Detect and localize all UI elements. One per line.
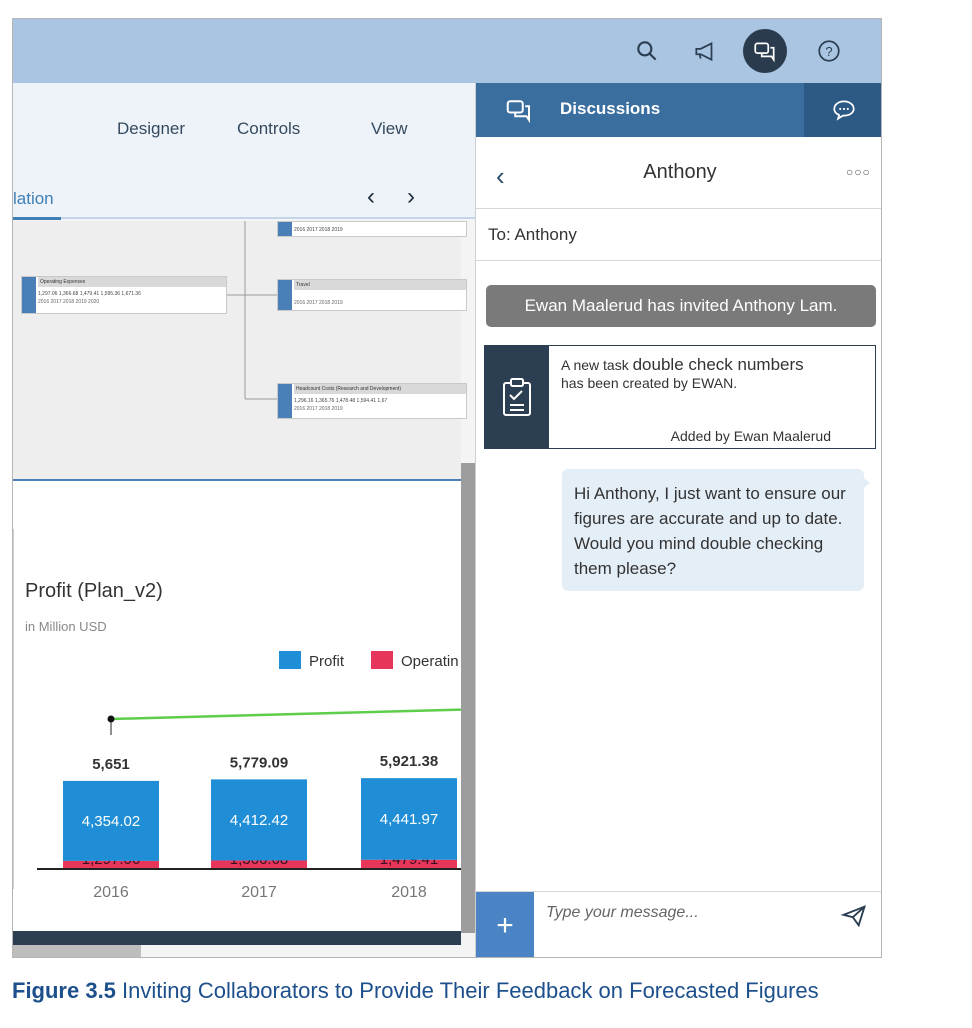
recipient-label: To: Anthony — [488, 225, 577, 244]
menu-controls[interactable]: Controls — [237, 119, 300, 139]
conversation-name: Anthony — [643, 161, 717, 183]
caption-label: Figure 3.5 — [12, 978, 116, 1003]
conversation-header: Anthony ‹ ○○○ — [476, 137, 881, 209]
tree-connectors — [221, 221, 277, 400]
value-driver-tree: 2016 2017 2018 2019 Operating Expenses 1… — [13, 221, 467, 479]
megaphone-icon[interactable] — [687, 33, 723, 69]
discussions-panel: Discussions Anthony ‹ ○○○ To: Anthony Ew… — [475, 83, 881, 957]
profit-chart: Profit (Plan_v2)in Million USD Profit Oper… — [25, 580, 461, 901]
total-label: 5,779.09 — [230, 754, 288, 771]
task-description: A new task double check numbers has been… — [561, 356, 861, 392]
tab-active[interactable]: lation — [13, 189, 54, 209]
figure-caption: Figure 3.5 Inviting Collaborators to Pro… — [12, 978, 962, 1004]
task-name: double check numbers — [632, 355, 804, 374]
story-canvas: Designer Controls View lation ‹ › 2016 2… — [13, 83, 475, 957]
x-tick-label: 2016 — [93, 884, 129, 901]
add-attachment-button[interactable]: + — [476, 892, 534, 957]
discussions-header: Discussions — [476, 83, 881, 137]
recipient-row: To: Anthony — [476, 209, 881, 261]
vertical-scrollbar[interactable] — [461, 463, 475, 933]
profit-chart-panel: Profit (Plan_v2)in Million USD Profit Oper… — [13, 481, 461, 933]
bubble-tail — [860, 475, 870, 491]
discussions-title: Discussions — [560, 99, 661, 118]
bar-label-profit: 4,412.42 — [230, 812, 288, 829]
trend-marker — [107, 715, 115, 723]
task-suffix: has been created by EWAN. — [561, 375, 738, 391]
bar-label-profit: 4,354.02 — [82, 813, 140, 830]
task-card[interactable]: A new task double check numbers has been… — [484, 345, 876, 449]
tree-node-headcount[interactable]: Headcount Costs (Research and Developmen… — [277, 383, 467, 419]
bar-label-profit: 4,441.97 — [380, 811, 438, 828]
horizontal-scrollbar[interactable] — [13, 945, 141, 957]
node-values: 1,296.16 1,365.76 1,478.48 1,594.41 1,67 — [294, 398, 388, 404]
back-chevron-icon[interactable]: ‹ — [496, 161, 505, 192]
message-bubble: Hi Anthony, I just want to ensure our fi… — [562, 469, 864, 591]
menu-designer[interactable]: Designer — [117, 119, 185, 139]
node-title: Travel — [294, 280, 466, 290]
more-options-icon[interactable]: ○○○ — [846, 165, 871, 179]
legend-label: Profit — [309, 653, 345, 670]
message-composer: + — [476, 891, 881, 957]
legend-label: Operatin — [401, 653, 459, 670]
legend-swatch — [371, 651, 393, 669]
discussions-icon[interactable] — [743, 29, 787, 73]
chevron-right-icon[interactable]: › — [407, 183, 415, 211]
tree-node-top[interactable]: 2016 2017 2018 2019 — [277, 221, 467, 237]
node-title: Headcount Costs (Research and Developmen… — [294, 384, 466, 394]
toolbar: Designer Controls View lation ‹ › — [13, 83, 475, 220]
tree-node-operating-expenses[interactable]: Operating Expenses 1,297.06 1,366.68 1,4… — [21, 276, 227, 314]
svg-text:?: ? — [825, 44, 832, 59]
node-years: 2016 2017 2018 2019 — [294, 406, 343, 412]
bottom-bar — [13, 931, 461, 945]
app-window: ? Designer Controls View lation ‹ › 2016… — [12, 18, 882, 958]
send-icon[interactable] — [840, 902, 868, 930]
discussions-icon — [506, 100, 530, 124]
help-icon[interactable]: ? — [811, 33, 847, 69]
caption-text: Inviting Collaborators to Provide Their … — [122, 978, 819, 1003]
total-label: 5,921.38 — [380, 753, 438, 770]
node-years: 2016 2017 2018 2019 — [294, 300, 343, 306]
total-label: 5,651 — [92, 756, 130, 773]
x-tick-label: 2018 — [391, 884, 427, 901]
trend-line — [110, 708, 461, 721]
node-values: 1,297.06 1,366.68 1,479.41 1,595.36 1,67… — [38, 291, 141, 297]
menu-view[interactable]: View — [371, 119, 408, 139]
system-message: Ewan Maalerud has invited Anthony Lam. — [486, 285, 876, 327]
task-prefix: A new task — [561, 357, 629, 373]
chevron-left-icon[interactable]: ‹ — [367, 183, 375, 211]
message-input[interactable] — [546, 904, 826, 922]
chat-bubble-icon[interactable] — [804, 83, 881, 137]
x-tick-label: 2017 — [241, 884, 277, 901]
node-years: 2016 2017 2018 2019 — [294, 227, 343, 233]
chart-title: Profit (Plan_v2) — [25, 580, 163, 602]
chart-subtitle: in Million USD — [25, 619, 107, 634]
search-icon[interactable] — [629, 33, 665, 69]
node-title: Operating Expenses — [38, 277, 226, 287]
clipboard-icon — [485, 346, 549, 448]
tab-indicator — [13, 217, 61, 220]
tree-node-travel[interactable]: Travel 2016 2017 2018 2019 — [277, 279, 467, 311]
shell-bar: ? — [13, 19, 881, 83]
task-added-by: Added by Ewan Maalerud — [670, 428, 831, 444]
legend-swatch — [279, 651, 301, 669]
node-years: 2016 2017 2018 2019 2020 — [38, 299, 100, 305]
